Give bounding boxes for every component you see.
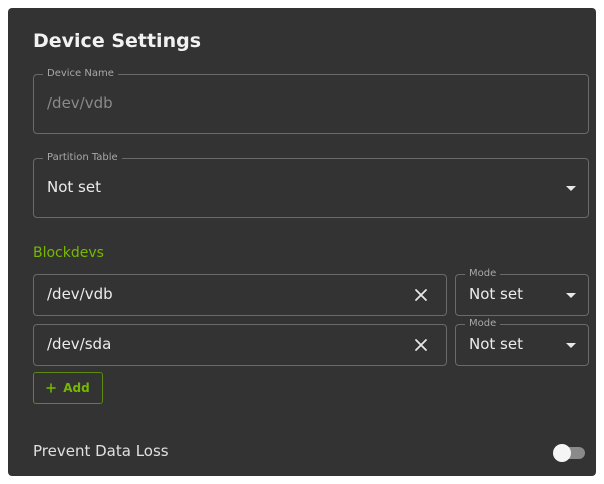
blockdev-mode-select[interactable]: Mode Not set bbox=[455, 318, 589, 366]
device-name-label: Device Name bbox=[43, 68, 118, 80]
device-settings-panel: Device Settings Device Name /dev/vdb Par… bbox=[8, 8, 596, 476]
caret-down-icon bbox=[566, 186, 576, 191]
device-name-placeholder: /dev/vdb bbox=[47, 94, 113, 112]
add-blockdev-button[interactable]: Add bbox=[33, 372, 103, 404]
close-icon[interactable] bbox=[414, 288, 428, 302]
partition-table-value: Not set bbox=[47, 178, 101, 196]
mode-value: Not set bbox=[469, 285, 523, 303]
add-button-label: Add bbox=[63, 381, 90, 395]
blockdev-path-input[interactable]: /dev/vdb bbox=[33, 274, 447, 316]
partition-table-select[interactable]: Partition Table Not set bbox=[33, 152, 589, 218]
panel-title: Device Settings bbox=[33, 30, 202, 52]
toggle-thumb bbox=[553, 444, 571, 462]
caret-down-icon bbox=[566, 293, 576, 298]
mode-label: Mode bbox=[465, 268, 501, 280]
device-name-field[interactable]: Device Name /dev/vdb bbox=[33, 68, 589, 134]
blockdev-mode-select[interactable]: Mode Not set bbox=[455, 268, 589, 316]
caret-down-icon bbox=[566, 343, 576, 348]
close-icon[interactable] bbox=[414, 338, 428, 352]
prevent-data-loss-toggle[interactable] bbox=[553, 444, 587, 462]
mode-value: Not set bbox=[469, 335, 523, 353]
partition-table-label: Partition Table bbox=[43, 152, 122, 164]
blockdev-path-value: /dev/vdb bbox=[47, 285, 113, 303]
mode-label: Mode bbox=[465, 318, 501, 330]
prevent-data-loss-label: Prevent Data Loss bbox=[33, 442, 169, 460]
blockdev-path-input[interactable]: /dev/sda bbox=[33, 324, 447, 366]
plus-icon bbox=[46, 383, 57, 393]
blockdevs-label: Blockdevs bbox=[33, 245, 104, 261]
blockdev-path-value: /dev/sda bbox=[47, 335, 112, 353]
